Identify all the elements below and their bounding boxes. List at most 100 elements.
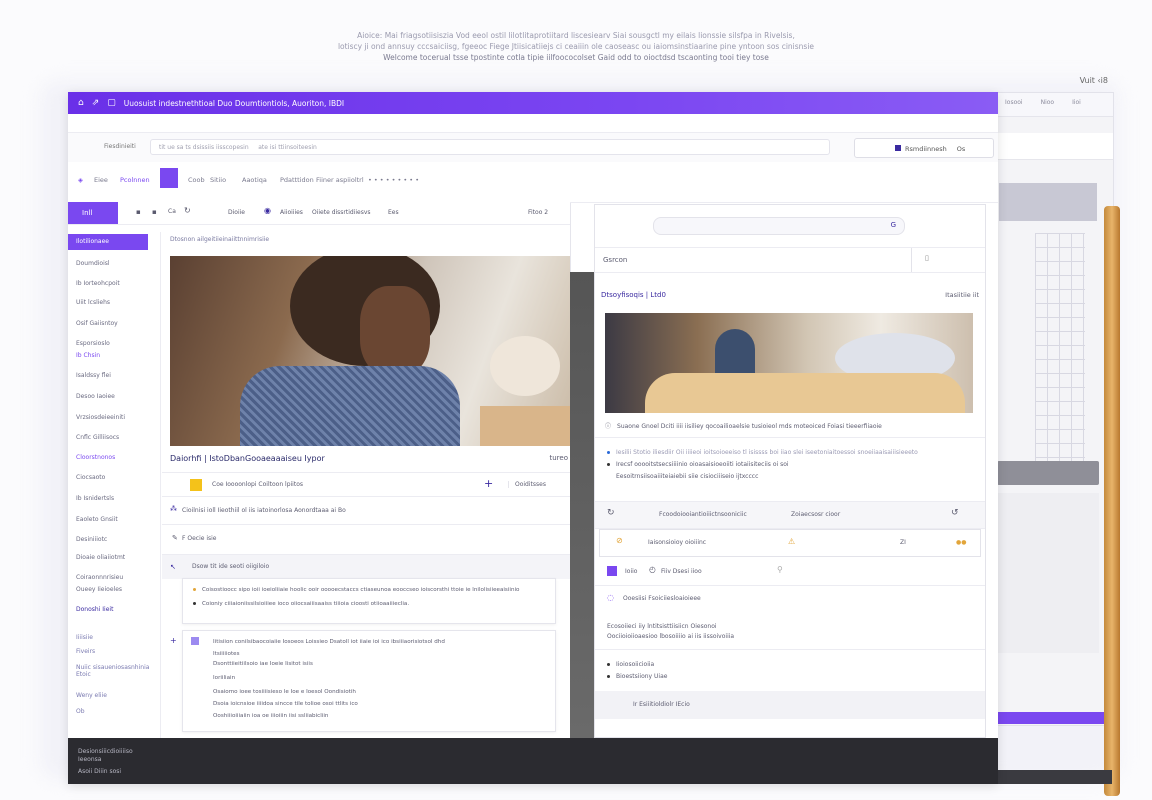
photo-caption-right[interactable]: tureo xyxy=(550,454,569,462)
sidebar-item[interactable]: Donoshi Iieit xyxy=(76,606,113,613)
tab[interactable]: Sitiio xyxy=(210,176,226,184)
background-tab[interactable]: Nioo xyxy=(1041,99,1055,110)
sidebar-item[interactable]: Desiniiiotc xyxy=(76,536,107,543)
background-tab[interactable]: Iosooi xyxy=(1005,99,1023,110)
sidebar-item[interactable]: Isaldssy flei xyxy=(76,372,111,379)
address-text-secondary: ate isi ttiinsoiteesin xyxy=(258,144,317,151)
grid-label[interactable]: Gsrcon xyxy=(603,256,627,264)
sidebar-item[interactable]: Eaoleto Gnsiit xyxy=(76,516,118,523)
sidebar-item[interactable]: Desoo Iaoiee xyxy=(76,393,115,400)
grid-view-icon[interactable]: ▯ xyxy=(925,254,929,262)
photo-shelf xyxy=(480,406,570,446)
search-icon[interactable]: G xyxy=(891,221,896,229)
list-row-label: Ooesiisi Fsoiciiesloaioieee xyxy=(623,595,701,602)
add-icon[interactable]: + xyxy=(484,477,493,490)
sidebar-item[interactable]: Doumdioisl xyxy=(76,260,110,267)
photo-sweater xyxy=(240,366,460,446)
sidebar-item[interactable]: Ib Iorteohcpoit xyxy=(76,280,120,287)
background-light-panel xyxy=(997,493,1099,653)
bullet-icon xyxy=(607,675,610,678)
sidebar-item[interactable]: Ib Isnidertsls xyxy=(76,495,114,502)
tab[interactable]: Eiee xyxy=(94,176,108,184)
subtool-label[interactable]: Dioiie xyxy=(228,209,245,216)
window-icon[interactable]: ▢ xyxy=(107,98,116,108)
tab[interactable]: Pdatttidon xyxy=(280,176,314,184)
subtool-right[interactable]: Fitoo 2 xyxy=(528,209,548,216)
user-menu[interactable]: Rsmdiinnesh Os xyxy=(854,138,994,158)
sidebar-item[interactable]: Dioaie oliaiiotmt xyxy=(76,554,125,561)
sidebar-item[interactable]: Ib Chsin xyxy=(76,352,100,359)
content-row[interactable]: ⁂ Cioilnisi ioll Iieothiil ol iis iatoin… xyxy=(162,496,570,525)
arrow-icon: ↖ xyxy=(170,563,176,571)
sidebar-lower-item[interactable]: Weny eliie xyxy=(76,692,107,699)
bullet-line: Irecsf ooooitstsecsiiiinio oioasaisioeoi… xyxy=(607,461,789,468)
status-row[interactable]: ↻ Fcoodoiooiantioiiictnsooniciic Zoiaecs… xyxy=(595,501,985,529)
primary-action-button[interactable]: Inll xyxy=(68,202,118,224)
sidebar-item[interactable]: Vrzsiosdeieeiniti xyxy=(76,414,125,421)
circle-icon[interactable]: ◉ xyxy=(264,206,271,215)
footer-line: Asoii Diiin sosi xyxy=(78,768,122,775)
share-icon[interactable]: ⇗ xyxy=(92,98,100,108)
tab-active-marker[interactable] xyxy=(160,168,178,188)
sidebar-lower-item[interactable]: Ob xyxy=(76,708,85,715)
card-line: Ioriiliain xyxy=(213,675,236,681)
list-row-label: Fiiv Dsesi iioo xyxy=(661,568,702,575)
tab[interactable]: Coob xyxy=(188,176,205,184)
header-line-3: Welcome tocerual tsse tpostinte cotla ti… xyxy=(383,53,769,62)
refresh-icon[interactable]: ↻ xyxy=(184,206,191,215)
home-icon[interactable]: ⌂ xyxy=(78,98,84,108)
sidebar-item[interactable]: Uiit lcsliehs xyxy=(76,299,110,306)
tag-icon[interactable]: ⚲ xyxy=(777,565,783,574)
sidebar-item-active[interactable]: Ilotilionaee xyxy=(68,234,148,250)
sidebar-item[interactable]: Osif Gaiisntoy xyxy=(76,320,118,327)
divider xyxy=(595,437,985,438)
tab[interactable]: Fiiner aspiioltrl xyxy=(316,176,364,184)
content-row[interactable]: Coe Ioooonlopi Coiltoon lpiitos + Ooidit… xyxy=(162,472,570,497)
sidebar-lower-item[interactable]: Iiiisiie xyxy=(76,634,93,641)
background-window-tabs: Iosooi Nioo Iioi xyxy=(997,93,1113,117)
row-right-label[interactable]: Ooiditsses xyxy=(508,481,546,488)
photo-caption-text: Suaone Gnoel Dciti iiii iisiliey qocoail… xyxy=(617,423,882,430)
sidebar-item[interactable]: Cloorstnonos xyxy=(76,454,115,461)
sidebar-item[interactable]: Ciocsaoto xyxy=(76,474,105,481)
sub-toolbar: Inll ▪ ▪ Ca ↻ Dioiie ◉ Aiioiiies Oiiete … xyxy=(68,202,570,225)
subtool-label[interactable]: Aiioiiies xyxy=(280,209,303,216)
sync-icon[interactable]: ↺ xyxy=(951,508,959,518)
sidebar-lower-item[interactable]: Fiveirs xyxy=(76,648,95,655)
subtool-label[interactable]: Ca xyxy=(168,208,176,215)
background-tab[interactable]: Iioi xyxy=(1072,99,1081,110)
subtool-label[interactable]: Oiiete dissrtidiiesvs xyxy=(312,209,371,216)
background-dark-bar xyxy=(997,461,1099,485)
list-row[interactable]: ⊘ Iaisonsioioy oioiiinc ⚠ ZI ●● xyxy=(599,529,981,557)
plus-icon[interactable]: + xyxy=(170,636,177,645)
sidebar-lower-item[interactable]: Nuiic sisaueniosasnhinia Etoic xyxy=(76,664,152,678)
sidebar-item[interactable]: Esporsioslo xyxy=(76,340,110,347)
sidebar-item[interactable]: Cnflc Gilliisocs xyxy=(76,434,119,441)
checkbox[interactable] xyxy=(607,566,617,576)
status-label: Fcoodoiooiantioiiictnsooniciic xyxy=(659,511,747,518)
refresh-icon[interactable]: ↻ xyxy=(607,508,615,518)
sidebar-item[interactable]: Oueey Iieioeles xyxy=(76,586,122,593)
list-row[interactable]: Ioiio ◴ Fiiv Dsesi iioo ⚲ xyxy=(595,559,985,586)
detail-photo xyxy=(605,313,973,413)
section-right[interactable]: Itasiitiie iit xyxy=(945,291,979,299)
search-input[interactable]: G xyxy=(653,217,905,235)
subtool-label[interactable]: Ees xyxy=(388,209,399,216)
tab-bar: ◈ Eiee Pcolnnen Coob Sitiio Aaotiqa Pdat… xyxy=(68,168,570,190)
footer-line: Ieeonsa xyxy=(78,756,102,763)
tab[interactable]: Aaotiqa xyxy=(242,176,267,184)
title-bar: ⌂ ⇗ ▢ Uuosuist indestnethtioal Duo Doumt… xyxy=(68,92,998,114)
filter-icon[interactable]: ▪ xyxy=(152,208,157,216)
address-bar[interactable]: tit ue sa ts dsissiis iisscopesin ate is… xyxy=(150,139,830,155)
bullet-icon xyxy=(607,463,610,466)
bullet-icon xyxy=(607,663,610,666)
content-row[interactable]: ✎ F Oecie isie xyxy=(162,524,570,553)
detail-footer-text[interactable]: Ir Esiiitioldiolr IEcio xyxy=(633,701,690,708)
tab[interactable]: Pcolnnen xyxy=(120,176,150,184)
detail-footer: Ir Esiiitioldiolr IEcio xyxy=(595,691,985,719)
breadcrumb[interactable]: Dtosnon ailgeitiieinaiittnnimrisiie xyxy=(170,236,269,243)
list-icon[interactable]: ▪ xyxy=(136,208,141,216)
list-row-label: Iaisonsioioy oioiiinc xyxy=(648,539,707,546)
tab-more[interactable]: • • • • • • • • • xyxy=(368,176,419,184)
sidebar-item[interactable]: Coiraonnnrisieu xyxy=(76,574,123,581)
